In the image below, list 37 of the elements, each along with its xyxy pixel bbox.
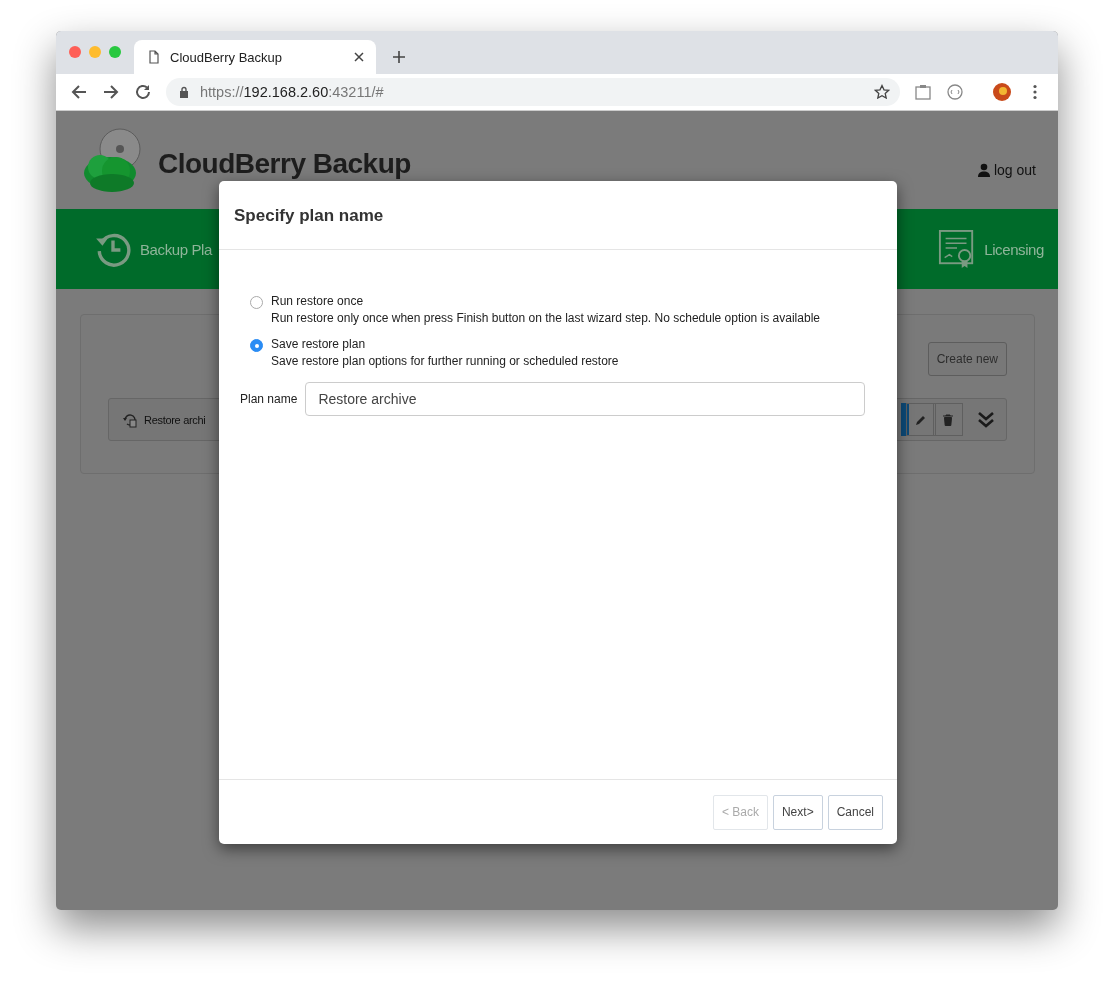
new-tab-icon[interactable] bbox=[392, 49, 406, 64]
browser-tab[interactable]: CloudBerry Backup bbox=[134, 40, 376, 74]
logout-link[interactable]: log out bbox=[976, 162, 1036, 178]
tab-title: CloudBerry Backup bbox=[170, 49, 283, 65]
close-icon[interactable] bbox=[353, 51, 365, 63]
option-label[interactable]: Save restore plan bbox=[271, 337, 619, 351]
plan-name: Restore archi bbox=[144, 413, 206, 426]
close-window-button[interactable] bbox=[69, 45, 81, 58]
plan-name-field[interactable]: Restore archive bbox=[305, 382, 865, 416]
trash-icon bbox=[942, 413, 954, 426]
avatar-icon[interactable] bbox=[992, 82, 1012, 102]
pencil-icon bbox=[915, 413, 927, 426]
star-icon[interactable] bbox=[874, 84, 890, 100]
extension-icon[interactable] bbox=[914, 83, 932, 101]
next-button[interactable]: Next> bbox=[772, 794, 823, 830]
option-description: Save restore plan options for further running or scheduled restore bbox=[271, 354, 619, 368]
delete-button[interactable] bbox=[933, 403, 963, 436]
expand-icon[interactable] bbox=[976, 409, 996, 430]
extension-icon[interactable] bbox=[946, 83, 964, 101]
restore-icon bbox=[122, 411, 138, 428]
radio-button[interactable] bbox=[250, 296, 263, 309]
forward-icon[interactable] bbox=[102, 83, 120, 101]
address-bar[interactable]: https://192.168.2.60:43211/# bbox=[166, 78, 900, 106]
radio-button[interactable] bbox=[250, 339, 263, 352]
option-label[interactable]: Run restore once bbox=[271, 294, 820, 308]
cancel-button[interactable]: Cancel bbox=[827, 794, 883, 830]
option-description: Run restore only once when press Finish button on the last wizard step. No schedule option is available bbox=[271, 311, 820, 325]
reload-icon[interactable] bbox=[134, 83, 152, 101]
app-title: CloudBerry Backup bbox=[158, 148, 411, 180]
edit-button[interactable] bbox=[906, 403, 936, 436]
dialog-title: Specify plan name bbox=[234, 206, 384, 226]
user-icon bbox=[976, 163, 991, 177]
url-text: https://192.168.2.60:43211/# bbox=[200, 84, 385, 100]
page-icon bbox=[147, 50, 161, 64]
lock-icon bbox=[178, 86, 190, 98]
field-label: Plan name bbox=[240, 392, 298, 406]
back-icon[interactable] bbox=[70, 83, 88, 101]
